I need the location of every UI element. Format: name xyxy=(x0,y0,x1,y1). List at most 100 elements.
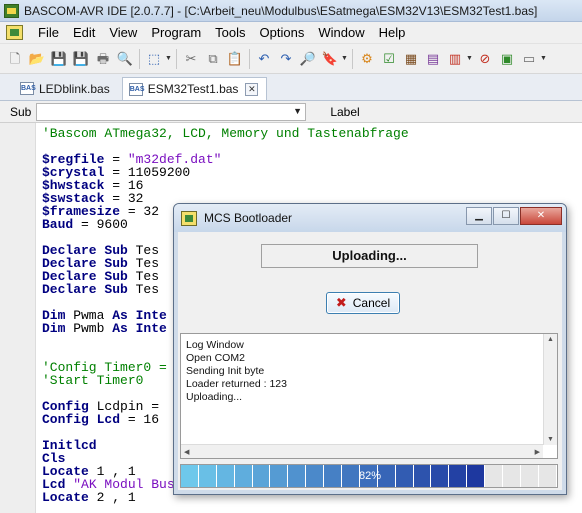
save-icon[interactable]: 💾 xyxy=(50,50,68,68)
window-title: BASCOM-AVR IDE [2.0.7.7] - [C:\Arbeit_ne… xyxy=(24,3,538,18)
bookmark-icon[interactable]: 🔖 xyxy=(321,50,339,68)
code-token: 2 , 1 xyxy=(88,490,136,505)
dialog-body: Uploading... ✖ Cancel Log Window Open COM… xyxy=(178,232,562,490)
progress-label: 82% xyxy=(358,470,382,482)
syntax-check-icon[interactable]: ☑ xyxy=(380,50,398,68)
upload-status: Uploading... xyxy=(261,244,478,268)
print-preview-icon[interactable]: 🔍 xyxy=(116,50,134,68)
tab-esm32test1-bas[interactable]: BAS ESM32Test1.bas ✕ xyxy=(121,77,268,100)
menu-bar: File Edit View Program Tools Options Window Hel… xyxy=(0,22,582,44)
log-lines: Log Window Open COM2 Sending Init byte Load… xyxy=(186,339,287,404)
log-line: Open COM2 xyxy=(186,352,245,364)
cancel-button[interactable]: ✖ Cancel xyxy=(326,292,400,314)
menu-edit[interactable]: Edit xyxy=(66,25,102,40)
settings-icon[interactable]: ▭ xyxy=(520,50,538,68)
open-folder-icon[interactable]: 📂 xyxy=(28,50,46,68)
chevron-down-icon[interactable]: ▼ xyxy=(466,55,473,62)
compile-icon[interactable]: ⚙ xyxy=(358,50,376,68)
toolbar-separator xyxy=(249,48,250,69)
code-token: Locate xyxy=(42,490,89,505)
code-token: Lcd xyxy=(88,412,128,427)
toolbar-separator xyxy=(352,48,353,69)
avr-icon xyxy=(181,210,197,226)
undo-icon[interactable]: ↶ xyxy=(255,50,273,68)
redo-icon[interactable]: ↷ xyxy=(277,50,295,68)
tab-ledblink-bas[interactable]: BAS LEDblink.bas xyxy=(14,77,118,100)
code-token: 'Bascom ATmega32, LCD, Memory und Tasten… xyxy=(42,126,409,141)
tab-label: LEDblink.bas xyxy=(39,81,110,96)
minimize-icon[interactable]: ▁ xyxy=(466,207,492,225)
avr-document-icon[interactable] xyxy=(6,25,23,40)
copy-icon[interactable]: ⧉ xyxy=(204,50,222,68)
file-tab-bar: BAS LEDblink.bas BAS ESM32Test1.bas ✕ xyxy=(0,74,582,101)
code-token: Pwmb xyxy=(65,321,113,336)
close-tab-icon[interactable]: ✕ xyxy=(245,82,259,96)
log-line: Log Window xyxy=(186,339,244,351)
menu-help[interactable]: Help xyxy=(372,25,413,40)
editor-gutter xyxy=(0,123,36,513)
menu-file[interactable]: File xyxy=(31,25,66,40)
chevron-down-icon[interactable]: ▼ xyxy=(293,106,302,116)
upload-progress-bar: 82% xyxy=(180,464,558,488)
scroll-left-icon[interactable]: ◀ xyxy=(184,448,189,456)
simulator-icon[interactable]: ▣ xyxy=(498,50,516,68)
close-icon[interactable]: ✕ xyxy=(520,207,562,225)
code-token: As Inte xyxy=(112,321,167,336)
bootloader-dialog: MCS Bootloader ▁ ☐ ✕ Uploading... ✖ Canc… xyxy=(173,203,567,495)
save-all-icon[interactable]: 💾 xyxy=(72,50,90,68)
toolbar: 🗋 📂 💾 💾 🖶 🔍 ⬚ ▼ ✂ ⧉ 📋 ↶ ↷ 🔎 🔖 ▼ ⚙ ☑ ▦ ▤ ▥ ▼ ⊘ ▣ ▭ ▼ xyxy=(0,44,582,74)
code-token: = 9600 xyxy=(73,217,128,232)
code-token: Baud xyxy=(42,217,74,232)
sub-label: Sub xyxy=(10,104,32,119)
dialog-title: MCS Bootloader xyxy=(204,211,293,225)
code-token: 'Start Timer0 xyxy=(42,373,144,388)
paste-icon[interactable]: 📋 xyxy=(226,50,244,68)
terminal-icon[interactable]: ⊘ xyxy=(476,50,494,68)
program-chip-icon[interactable]: ▥ xyxy=(446,50,464,68)
bas-file-icon: BAS xyxy=(128,82,145,96)
code-token: = 16 xyxy=(127,412,160,427)
menu-window[interactable]: Window xyxy=(311,25,371,40)
export-icon[interactable]: ⬚ xyxy=(145,50,163,68)
menu-tools[interactable]: Tools xyxy=(208,25,252,40)
toolbar-separator xyxy=(139,48,140,69)
sub-label-bar: Sub ▼ Label xyxy=(0,101,582,123)
log-vertical-scrollbar[interactable]: ▲ ▼ xyxy=(543,334,557,445)
title-bar: BASCOM-AVR IDE [2.0.7.7] - [C:\Arbeit_ne… xyxy=(0,0,582,22)
label-button[interactable]: Label xyxy=(324,103,366,121)
programmer-icon[interactable]: ▤ xyxy=(424,50,442,68)
log-line: Sending Init byte xyxy=(186,365,265,377)
log-window[interactable]: Log Window Open COM2 Sending Init byte Load… xyxy=(180,333,558,459)
new-file-icon[interactable]: 🗋 xyxy=(6,50,24,68)
code-token: Config xyxy=(42,412,89,427)
chevron-down-icon[interactable]: ▼ xyxy=(165,55,172,62)
cancel-x-icon: ✖ xyxy=(335,295,347,310)
tab-label: ESM32Test1.bas xyxy=(147,82,239,96)
chevron-down-icon[interactable]: ▼ xyxy=(540,55,547,62)
code-token: Declare Sub xyxy=(42,282,128,297)
sub-dropdown[interactable]: ▼ xyxy=(36,102,306,121)
menu-options[interactable]: Options xyxy=(253,25,312,40)
cut-icon[interactable]: ✂ xyxy=(182,50,200,68)
chevron-down-icon[interactable]: ▼ xyxy=(341,55,348,62)
bascom-app-icon xyxy=(4,3,19,18)
menu-view[interactable]: View xyxy=(102,25,144,40)
menu-program[interactable]: Program xyxy=(144,25,208,40)
code-line[interactable]: 'Bascom ATmega32, LCD, Memory und Tasten… xyxy=(42,127,582,140)
toolbar-separator xyxy=(176,48,177,69)
code-token: Dim xyxy=(42,321,66,336)
code-token: Tes xyxy=(127,282,160,297)
log-line: Uploading... xyxy=(186,391,243,403)
scroll-down-icon[interactable]: ▼ xyxy=(547,436,554,443)
log-line: Loader returned : 123 xyxy=(186,378,287,390)
find-icon[interactable]: 🔎 xyxy=(299,50,317,68)
dialog-window-controls: ▁ ☐ ✕ xyxy=(465,207,562,225)
scroll-up-icon[interactable]: ▲ xyxy=(547,336,554,343)
dialog-title-bar: MCS Bootloader ▁ ☐ ✕ xyxy=(174,204,566,232)
bas-file-icon: BAS xyxy=(20,82,36,95)
maximize-icon[interactable]: ☐ xyxy=(493,207,519,225)
scroll-right-icon[interactable]: ▶ xyxy=(535,448,540,456)
print-icon[interactable]: 🖶 xyxy=(94,50,112,68)
log-horizontal-scrollbar[interactable]: ◀ ▶ xyxy=(181,444,543,458)
chip-icon[interactable]: ▦ xyxy=(402,50,420,68)
